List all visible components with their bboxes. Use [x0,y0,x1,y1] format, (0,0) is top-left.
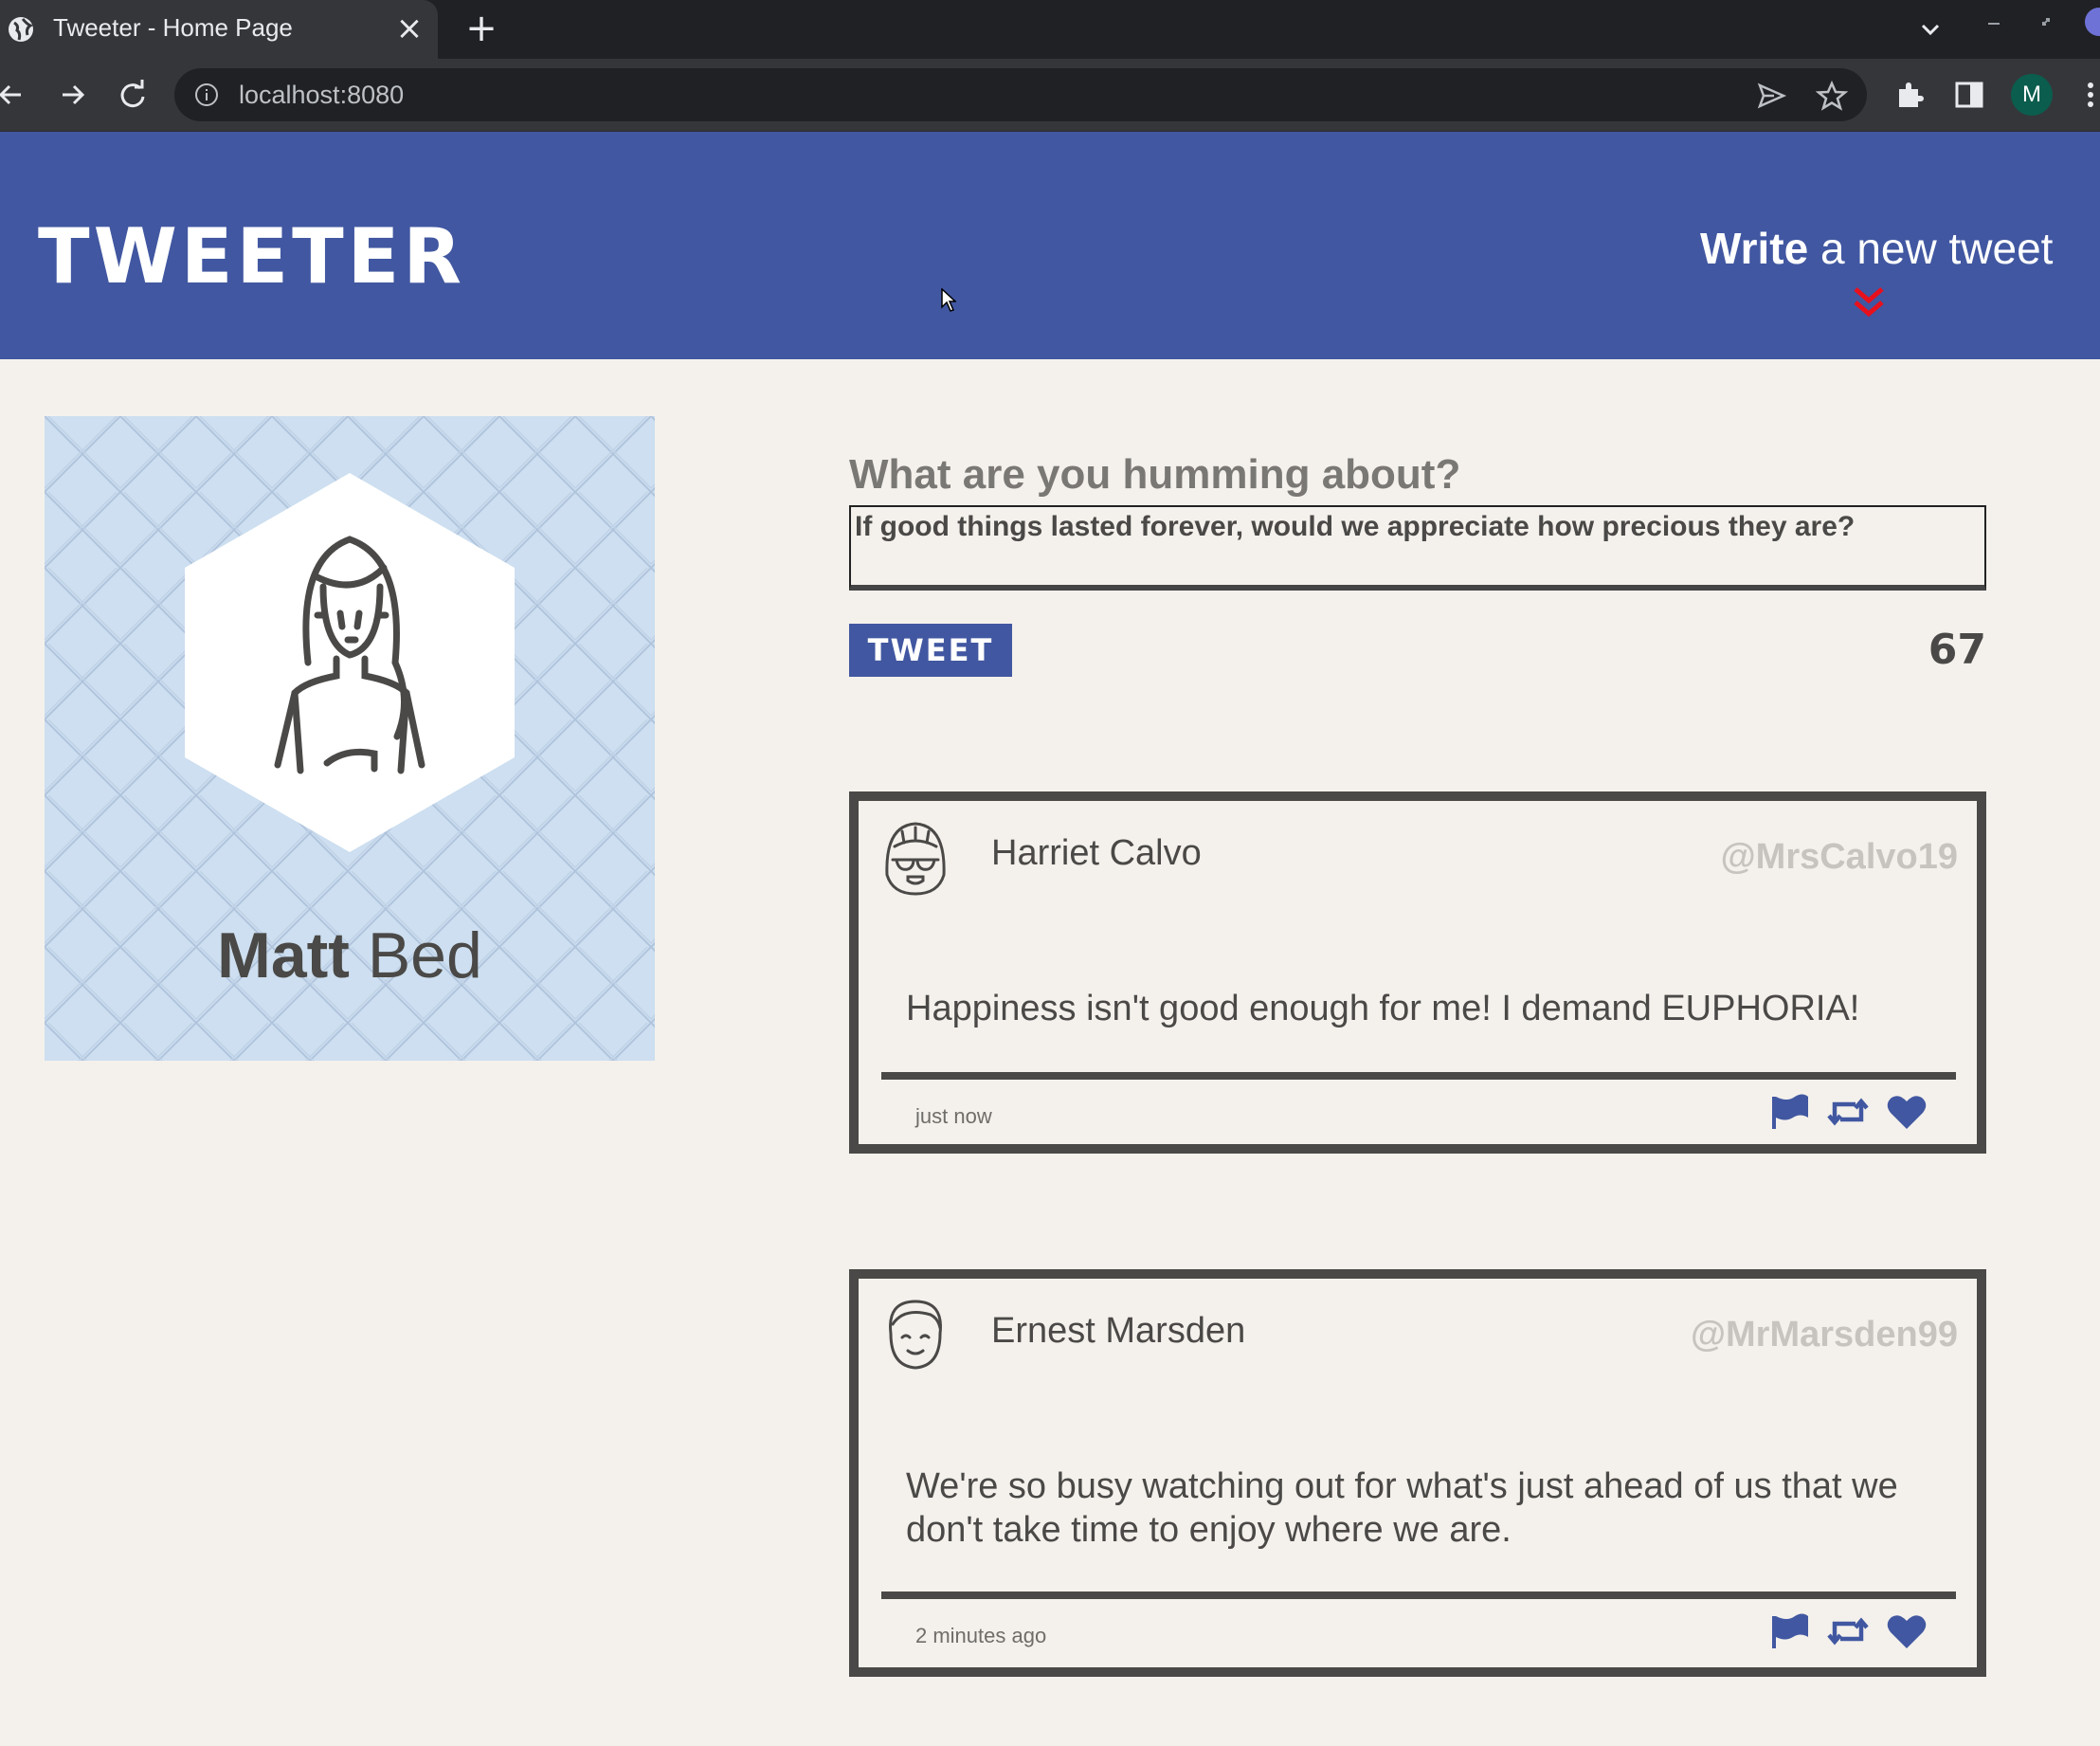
retweet-icon[interactable] [1827,1093,1869,1131]
profile-avatar[interactable]: M [2011,74,2053,116]
send-icon[interactable] [1755,80,1787,112]
reload-icon[interactable] [112,74,154,116]
tab-title: Tweeter - Home Page [53,13,293,42]
profile-name: Matt Bed [45,918,655,992]
back-arrow-icon[interactable] [0,74,32,116]
tab-close-icon[interactable]: × [392,11,426,45]
kebab-menu-icon[interactable] [2081,78,2100,112]
bookmark-star-icon[interactable] [1816,80,1848,112]
mouse-cursor-icon [941,288,956,312]
window-restore-icon[interactable] [2034,9,2060,36]
character-counter: 67 [1928,626,1986,674]
flag-icon[interactable] [1768,1093,1810,1131]
write-link-bold: Write [1700,224,1809,273]
tab-search-chevron-icon[interactable] [1914,13,1946,45]
tweet-divider [881,1591,1956,1599]
tweet-author-handle: @MrMarsden99 [1690,1315,1958,1355]
tweet-timestamp: just now [915,1104,992,1128]
user-avatar-icon [889,1300,942,1370]
window-minimize-icon[interactable] [1981,9,2007,36]
compose-label: What are you humming about? [849,451,1461,498]
site-logo: TWEETER [38,212,465,300]
profile-first-name: Matt [217,919,350,991]
tweet-text-value: If good things lasted forever, would we … [855,511,1856,542]
heart-icon[interactable] [1886,1093,1928,1131]
flag-icon[interactable] [1768,1612,1810,1650]
tweet-text-input[interactable]: If good things lasted forever, would we … [849,505,1986,591]
site-info-icon[interactable] [193,82,220,108]
browser-tab-strip: Tweeter - Home Page × + [0,0,2100,59]
tweet-author-handle: @MrsCalvo19 [1720,837,1958,877]
tweet-timestamp: 2 minutes ago [915,1624,1047,1647]
double-chevron-down-icon[interactable] [1850,283,1888,321]
write-link-rest: a new tweet [1808,224,2054,273]
globe-icon [9,17,34,42]
tweet-article: Harriet Calvo @MrsCalvo19 Happiness isn'… [849,791,1986,1154]
url-text: localhost:8080 [239,81,405,109]
forward-arrow-icon[interactable] [51,74,93,116]
tweet-divider [881,1072,1956,1080]
browser-tab-active[interactable]: Tweeter - Home Page × [0,0,438,59]
tweet-author-name: Ernest Marsden [991,1311,1246,1351]
profile-card: Matt Bed [45,416,655,1061]
extensions-puzzle-icon[interactable] [1893,78,1928,112]
site-header: TWEETER Write a new tweet [0,132,2100,359]
heart-icon[interactable] [1886,1612,1928,1650]
write-new-tweet-link[interactable]: Write a new tweet [1700,223,2053,274]
tweet-content: Happiness isn't good enough for me! I de… [906,989,1860,1028]
window-close-icon[interactable] [2085,8,2100,36]
address-bar[interactable]: localhost:8080 [174,68,1867,121]
tweet-article: Ernest Marsden @MrMarsden99 We're so bus… [849,1269,1986,1677]
user-avatar-icon [885,822,946,896]
retweet-icon[interactable] [1827,1612,1869,1650]
tweet-content: We're so busy watching out for what's ju… [906,1466,1898,1550]
browser-toolbar: localhost:8080 M [0,59,2100,132]
profile-avatar-hexagon [185,473,515,852]
tweet-submit-button[interactable]: TWEET [849,624,1012,677]
tweet-author-name: Harriet Calvo [991,833,1202,873]
side-panel-icon[interactable] [1952,78,1986,112]
new-tab-plus-icon[interactable]: + [462,9,500,47]
profile-last-name: Bed [349,919,482,991]
